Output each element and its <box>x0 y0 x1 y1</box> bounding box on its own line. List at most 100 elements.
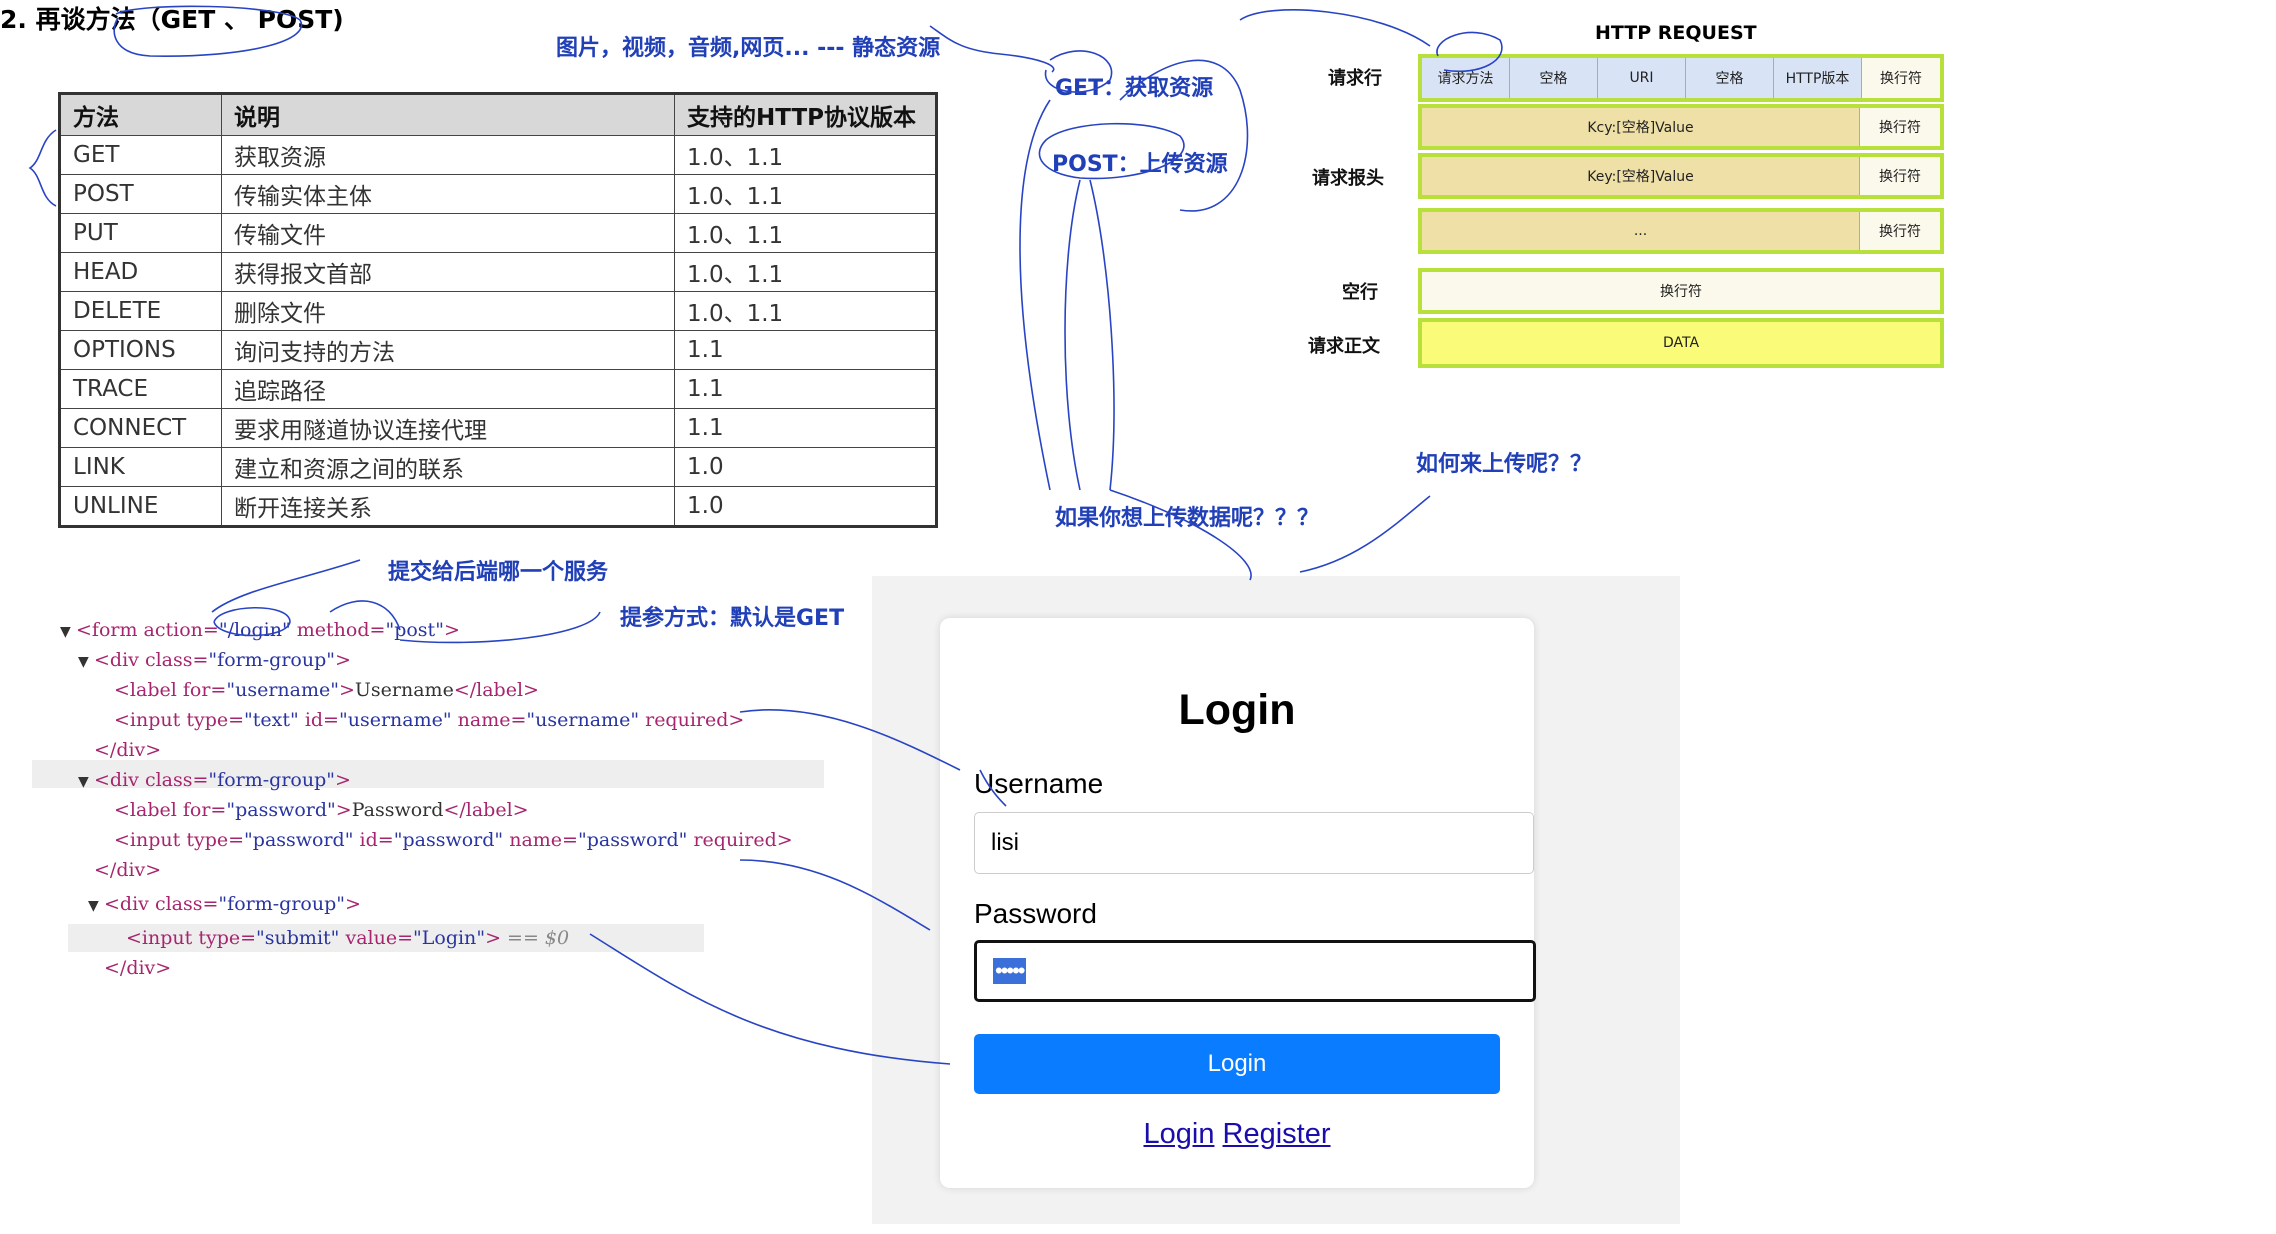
cell-method: HEAD <box>59 252 222 292</box>
password-mask: ••••• <box>993 958 1026 984</box>
table-row: UNLINE 断开连接关系 1.0 <box>59 486 937 527</box>
cell-uri: URI <box>1598 58 1686 98</box>
cell-description: 删除文件 <box>221 291 675 331</box>
cell-version: 1.1 <box>674 369 937 409</box>
code-line-div[interactable]: ▼ <div class="form-group"> <box>78 646 351 674</box>
label-request-line: 请求行 <box>1328 68 1382 89</box>
cell-description: 获取资源 <box>221 135 675 175</box>
login-card: Login Username lisi Password ••••• Login… <box>940 618 1536 1188</box>
code-line-div[interactable]: ▼ <div class="form-group"> <box>78 766 351 794</box>
table-row: CONNECT 要求用隧道协议连接代理 1.1 <box>59 408 937 448</box>
cell-http-version: HTTP版本 <box>1774 58 1862 98</box>
cell-method: CONNECT <box>59 408 222 448</box>
table-row: HEAD 获得报文首部 1.0、1.1 <box>59 252 937 292</box>
cell-space: 空格 <box>1686 58 1774 98</box>
column-header-description: 说明 <box>221 93 675 136</box>
code-line-div-close[interactable]: </div> <box>94 736 161 764</box>
cell-method: GET <box>59 135 222 175</box>
cell-description: 传输文件 <box>221 213 675 253</box>
username-input[interactable]: lisi <box>974 812 1534 874</box>
note-static-resources: 图片，视频，音频,网页... --- 静态资源 <box>556 36 941 61</box>
cell-header-content: ... <box>1422 212 1860 250</box>
note-upload-question: 如果你想上传数据呢？？？ <box>1055 506 1320 531</box>
code-line-div-close[interactable]: </div> <box>104 954 171 982</box>
body-row: DATA <box>1418 318 1944 368</box>
blank-line-row: 换行符 <box>1418 268 1944 314</box>
note-submit-target: 提交给后端哪一个服务 <box>388 560 609 585</box>
login-title: Login <box>1178 686 1296 734</box>
collapse-triangle-icon[interactable]: ▼ <box>78 648 94 676</box>
username-label: Username <box>974 768 1104 799</box>
register-link[interactable]: Register <box>1223 1118 1331 1150</box>
cell-newline: 换行符 <box>1860 212 1940 250</box>
cell-space: 空格 <box>1510 58 1598 98</box>
label-request-body: 请求正文 <box>1308 336 1380 357</box>
column-header-version: 支持的HTTP协议版本 <box>674 93 937 136</box>
header-row: Key:[空格]Value 换行符 <box>1418 153 1944 199</box>
table-row: GET 获取资源 1.0、1.1 <box>59 135 937 175</box>
cell-data: DATA <box>1422 322 1940 364</box>
cell-version: 1.0 <box>674 486 937 527</box>
auth-links: Login Register <box>940 1118 1534 1151</box>
cell-method: OPTIONS <box>59 330 222 370</box>
cell-header-content: Key:[空格]Value <box>1422 157 1860 195</box>
table-row: TRACE 追踪路径 1.1 <box>59 369 937 409</box>
username-value: lisi <box>991 829 1019 856</box>
cell-version: 1.0、1.1 <box>674 291 937 331</box>
cell-description: 要求用隧道协议连接代理 <box>221 408 675 448</box>
label-blank-line: 空行 <box>1342 282 1378 303</box>
table-row: DELETE 删除文件 1.0、1.1 <box>59 291 937 331</box>
table-row: PUT 传输文件 1.0、1.1 <box>59 213 937 253</box>
code-line-form[interactable]: ▼ <form action="/login" method="post"> <box>60 616 460 644</box>
password-input[interactable]: ••••• <box>974 940 1536 1002</box>
cell-description: 获得报文首部 <box>221 252 675 292</box>
cell-description: 询问支持的方法 <box>221 330 675 370</box>
cell-header-content: Kcy:[空格]Value <box>1422 108 1860 146</box>
login-link[interactable]: Login <box>1143 1118 1214 1150</box>
table-row: LINK 建立和资源之间的联系 1.0 <box>59 447 937 487</box>
code-line-div[interactable]: ▼ <div class="form-group"> <box>88 890 361 918</box>
http-methods-table: 方法 说明 支持的HTTP协议版本 GET 获取资源 1.0、1.1 POST 传输实… <box>58 92 938 528</box>
page-heading: 2. 再谈方法（GET 、 POST) <box>0 5 344 34</box>
label-request-headers: 请求报头 <box>1312 168 1384 189</box>
cell-description: 传输实体主体 <box>221 174 675 214</box>
http-request-title: HTTP REQUEST <box>1595 22 1757 44</box>
cell-version: 1.0、1.1 <box>674 174 937 214</box>
code-line-label[interactable]: <label for="username">Username</label> <box>114 676 539 704</box>
column-header-method: 方法 <box>59 93 222 136</box>
collapse-triangle-icon[interactable]: ▼ <box>88 892 104 920</box>
cell-version: 1.0、1.1 <box>674 213 937 253</box>
code-line-div-close[interactable]: </div> <box>94 856 161 884</box>
cell-description: 断开连接关系 <box>221 486 675 527</box>
cell-version: 1.1 <box>674 330 937 370</box>
table-row: OPTIONS 询问支持的方法 1.1 <box>59 330 937 370</box>
collapse-triangle-icon[interactable]: ▼ <box>78 768 94 796</box>
cell-method: DELETE <box>59 291 222 331</box>
code-line-input[interactable]: <input type="password" id="password" nam… <box>114 826 793 854</box>
note-post: POST：上传资源 <box>1052 152 1228 177</box>
note-get: GET：获取资源 <box>1055 76 1214 101</box>
cell-version: 1.0 <box>674 447 937 487</box>
cell-request-method: 请求方法 <box>1422 58 1510 98</box>
cell-version: 1.0、1.1 <box>674 135 937 175</box>
cell-newline: 换行符 <box>1422 272 1940 310</box>
code-line-input[interactable]: <input type="submit" value="Login"> == $… <box>126 924 569 952</box>
collapse-triangle-icon[interactable]: ▼ <box>60 618 76 646</box>
cell-method: UNLINE <box>59 486 222 527</box>
header-row: ... 换行符 <box>1418 208 1944 254</box>
devtools-code-panel: ▼ <form action="/login" method="post"> ▼ <… <box>30 608 830 979</box>
cell-version: 1.0、1.1 <box>674 252 937 292</box>
cell-description: 建立和资源之间的联系 <box>221 447 675 487</box>
login-submit-button[interactable]: Login <box>974 1034 1500 1094</box>
cell-method: TRACE <box>59 369 222 409</box>
cell-newline: 换行符 <box>1862 58 1940 98</box>
code-line-input[interactable]: <input type="text" id="username" name="u… <box>114 706 744 734</box>
cell-newline: 换行符 <box>1860 108 1940 146</box>
code-line-label[interactable]: <label for="password">Password</label> <box>114 796 529 824</box>
note-how-upload: 如何来上传呢？？ <box>1416 452 1593 477</box>
cell-description: 追踪路径 <box>221 369 675 409</box>
table-row: POST 传输实体主体 1.0、1.1 <box>59 174 937 214</box>
cell-method: PUT <box>59 213 222 253</box>
request-line-row: 请求方法 空格 URI 空格 HTTP版本 换行符 <box>1418 54 1944 102</box>
cell-method: LINK <box>59 447 222 487</box>
